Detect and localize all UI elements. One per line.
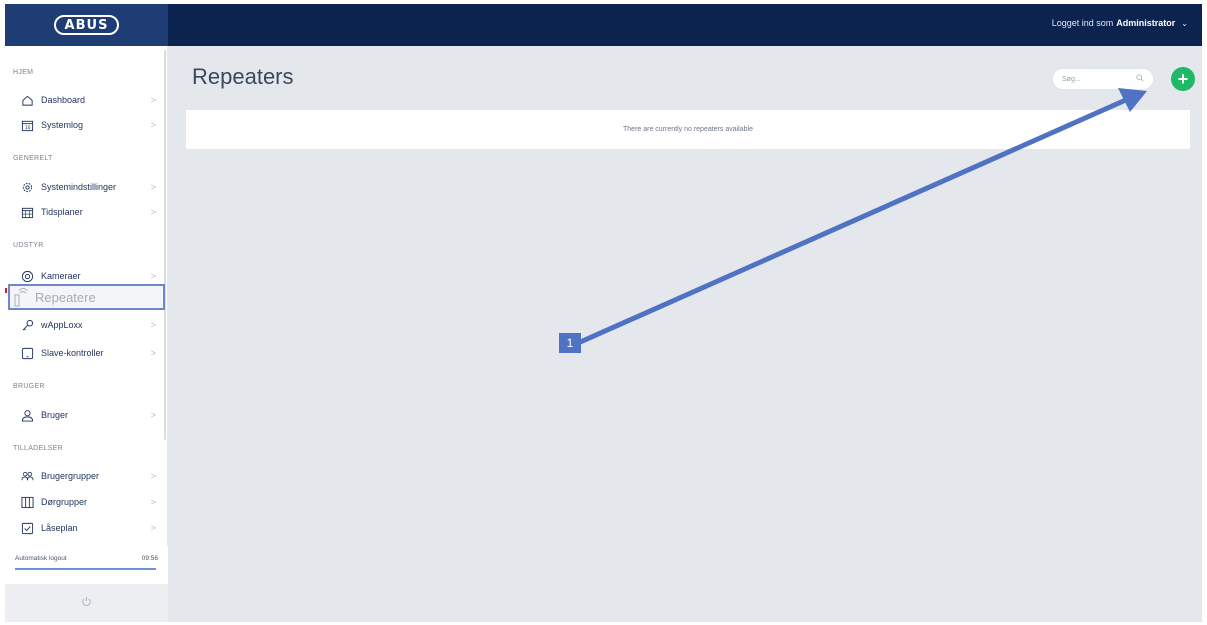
sidebar-item-kameraer[interactable]: Kameraer > <box>20 266 160 286</box>
auto-logout-timer: 09:56 <box>141 555 158 562</box>
empty-state-message: There are currently no repeaters availab… <box>623 126 753 133</box>
sidebar-item-brugergrupper[interactable]: Brugergrupper > <box>20 466 160 486</box>
checkbox-icon <box>20 521 34 535</box>
sidebar-item-laseplan[interactable]: Låseplan > <box>20 518 160 538</box>
auto-logout-progress-bar <box>15 568 156 570</box>
camera-icon <box>20 269 34 283</box>
plus-icon: + <box>1177 69 1189 89</box>
add-repeater-button[interactable]: + <box>1171 67 1195 91</box>
sidebar-item-slave-kontroller[interactable]: Slave-kontroller > <box>20 343 160 363</box>
section-generelt: GENERELT <box>13 155 53 162</box>
chevron-right-icon: > <box>150 348 156 358</box>
empty-state-panel: There are currently no repeaters availab… <box>186 110 1190 149</box>
chevron-right-icon: > <box>150 182 156 192</box>
sidebar-item-systemlog[interactable]: 10 Systemlog > <box>20 115 160 135</box>
chevron-right-icon: > <box>150 120 156 130</box>
auto-logout-label: Automatisk logout <box>15 555 67 562</box>
sidebar-item-label: Systemlog <box>41 120 84 130</box>
sidebar-item-repeatere[interactable]: Repeatere <box>8 284 165 310</box>
schedule-icon <box>20 205 34 219</box>
section-bruger: BRUGER <box>13 383 45 390</box>
users-icon <box>20 469 34 483</box>
tablet-icon <box>20 346 34 360</box>
key-icon <box>20 318 34 332</box>
sidebar-item-label: wAppLoxx <box>41 320 83 330</box>
user-menu-prefix: Logget ind som <box>1051 18 1114 28</box>
sidebar-scrollbar[interactable] <box>164 50 166 440</box>
sidebar-item-label: Tidsplaner <box>41 207 83 217</box>
user-menu[interactable]: Logget ind som Administrator ⌄ <box>1052 18 1188 28</box>
section-hjem: HJEM <box>13 69 34 76</box>
cursor-marker <box>5 288 7 293</box>
chevron-right-icon: > <box>150 320 156 330</box>
auto-logout-panel: Automatisk logout 09:56 <box>5 546 168 584</box>
sidebar-footer <box>5 584 168 622</box>
sidebar: HJEM Dashboard > 10 Systemlog > GENERELT… <box>5 46 168 622</box>
search-input[interactable]: Søg... <box>1052 68 1154 90</box>
chevron-right-icon: > <box>150 95 156 105</box>
section-udstyr: UDSTYR <box>13 242 44 249</box>
user-icon <box>20 408 34 422</box>
power-icon[interactable] <box>81 596 92 610</box>
svg-text:10: 10 <box>24 125 30 131</box>
sidebar-item-systemindstillinger[interactable]: Systemindstillinger > <box>20 177 160 197</box>
search-placeholder: Søg... <box>1062 75 1081 83</box>
chevron-right-icon: > <box>150 271 156 281</box>
abus-logo[interactable]: ABUS <box>54 15 119 35</box>
sidebar-item-label: Bruger <box>41 410 69 420</box>
sidebar-item-tidsplaner[interactable]: Tidsplaner > <box>20 202 160 222</box>
sidebar-item-label: Slave-kontroller <box>41 348 104 358</box>
chevron-right-icon: > <box>150 497 156 507</box>
repeater-icon <box>10 287 32 307</box>
chevron-right-icon: > <box>150 471 156 481</box>
chevron-right-icon: > <box>150 410 156 420</box>
page-title: Repeaters <box>192 64 294 89</box>
door-icon <box>20 495 34 509</box>
sidebar-item-label: Kameraer <box>41 271 81 281</box>
user-menu-name: Administrator <box>1116 18 1176 28</box>
chevron-down-icon[interactable]: ⌄ <box>1181 19 1188 28</box>
sidebar-item-label: Systemindstillinger <box>41 182 117 192</box>
main-content: Repeaters Søg... + There are currently n… <box>168 46 1202 622</box>
sidebar-item-wapploxx[interactable]: wAppLoxx > <box>20 315 160 335</box>
sidebar-item-dashboard[interactable]: Dashboard > <box>20 90 160 110</box>
sidebar-item-dorgrupper[interactable]: Dørgrupper > <box>20 492 160 512</box>
search-icon <box>1136 74 1144 84</box>
top-bar: ABUS Logget ind som Administrator ⌄ <box>5 4 1202 46</box>
annotation-callout: 1 <box>559 333 581 353</box>
sidebar-item-label: Repeatere <box>35 289 96 305</box>
logo-area[interactable]: ABUS <box>5 4 168 46</box>
chevron-right-icon: > <box>150 523 156 533</box>
gear-icon <box>20 180 34 194</box>
sidebar-item-label: Brugergrupper <box>41 471 100 481</box>
sidebar-item-bruger[interactable]: Bruger > <box>20 405 160 425</box>
chevron-right-icon: > <box>150 207 156 217</box>
sidebar-item-label: Dashboard <box>41 95 86 105</box>
home-icon <box>20 93 34 107</box>
sidebar-item-label: Låseplan <box>41 523 78 533</box>
sidebar-item-label: Dørgrupper <box>41 497 88 507</box>
section-tilladelser: TILLADELSER <box>13 445 63 452</box>
calendar-log-icon: 10 <box>20 118 34 132</box>
